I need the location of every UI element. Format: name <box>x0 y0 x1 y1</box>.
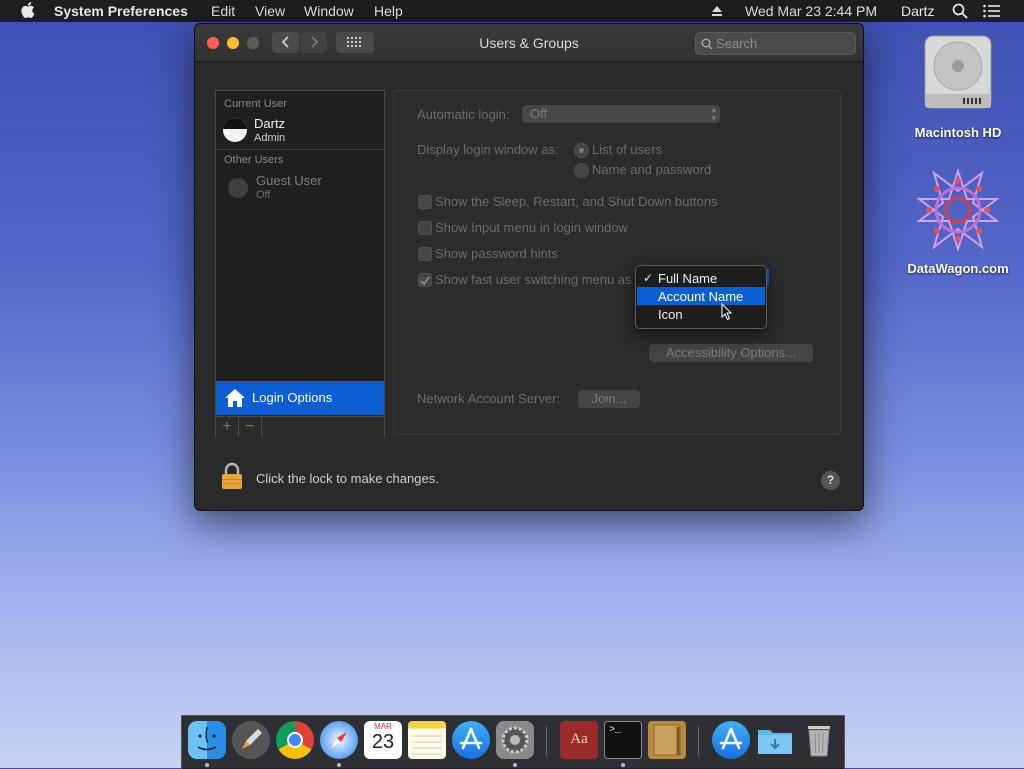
chrome-icon[interactable] <box>276 721 314 759</box>
checkmark-icon: ✓ <box>643 271 654 285</box>
login-options-label: Login Options <box>252 390 333 405</box>
mouse-pointer-icon <box>721 303 733 321</box>
dock-separator <box>698 726 699 756</box>
join-button[interactable]: Join... <box>578 390 640 408</box>
dictionary-label: Aa <box>570 731 588 747</box>
menu-item-icon[interactable]: Icon <box>637 305 765 323</box>
trash-icon[interactable] <box>800 721 838 759</box>
accessibility-options-button[interactable]: Accessibility Options... <box>649 344 813 362</box>
avatar <box>223 118 247 142</box>
calendar-day: 23 <box>371 731 395 753</box>
system-preferences-icon[interactable] <box>496 721 534 759</box>
dock-separator <box>546 726 547 756</box>
remove-user-button[interactable]: − <box>239 417 262 437</box>
network-account-label: Network Account Server: <box>417 391 561 406</box>
menu-help[interactable]: Help <box>374 3 403 19</box>
script-editor-icon[interactable] <box>648 721 686 759</box>
checkbox-hints-label: Show password hints <box>435 246 558 261</box>
auto-login-value: Off <box>530 106 548 121</box>
auto-login-popup[interactable]: Off ▴ ▾ <box>522 105 720 123</box>
running-indicator <box>337 763 341 767</box>
home-icon <box>225 389 245 407</box>
menu-item-full-name[interactable]: ✓ Full Name <box>637 269 765 287</box>
running-indicator <box>205 763 209 767</box>
notification-center-icon[interactable] <box>983 4 1000 21</box>
folder-icon[interactable] <box>756 721 794 759</box>
list-item-current-user[interactable]: Dartz Admin <box>216 113 384 150</box>
checkbox-input-menu[interactable] <box>418 221 432 235</box>
login-options-item[interactable]: Login Options <box>216 381 384 415</box>
user-role: Admin <box>254 132 286 144</box>
menu-item-account-name[interactable]: Account Name <box>637 287 765 305</box>
list-item-guest-user[interactable]: Guest User Off <box>216 173 384 209</box>
radio-list-label: List of users <box>592 142 663 157</box>
finder-icon[interactable] <box>188 721 226 759</box>
menu-item-label: Full Name <box>658 271 718 286</box>
menubar-clock[interactable]: Wed Mar 23 2:44 PM <box>745 3 877 19</box>
menu-window[interactable]: Window <box>304 3 354 19</box>
checkbox-fast-user-switching[interactable] <box>418 273 432 287</box>
auto-login-label: Automatic login: <box>417 107 510 122</box>
mandala-icon <box>917 169 999 251</box>
menu-item-label: Icon <box>658 307 683 322</box>
current-user-header: Current User <box>224 98 287 110</box>
dictionary-icon[interactable]: Aa <box>560 721 598 759</box>
radio-name-password[interactable] <box>574 163 589 178</box>
launchpad-icon[interactable] <box>232 721 270 759</box>
login-options-panel: Automatic login: Off ▴ ▾ Display login wi… <box>393 90 841 435</box>
user-name: Dartz <box>254 116 286 131</box>
display-login-label: Display login window as: <box>417 142 559 157</box>
desktop-icon-label: Macintosh HD <box>914 125 1002 140</box>
checkbox-fast-label: Show fast user switching menu as <box>435 272 632 287</box>
popup-arrows-icon: ▴ ▾ <box>711 104 716 123</box>
desktop-icon-macintosh-hd[interactable]: Macintosh HD <box>893 30 1023 145</box>
running-indicator <box>513 763 517 767</box>
checkbox-input-label: Show Input menu in login window <box>435 220 628 235</box>
checkmark-icon <box>420 276 430 286</box>
search-field[interactable] <box>695 32 856 55</box>
add-user-button[interactable]: + <box>216 417 239 437</box>
radio-name-label: Name and password <box>592 162 712 177</box>
lock-icon[interactable] <box>221 462 243 490</box>
eject-icon[interactable] <box>711 4 723 20</box>
checkbox-sleep-label: Show the Sleep, Restart, and Shut Down b… <box>435 194 718 209</box>
spotlight-search-icon[interactable] <box>952 3 968 22</box>
guest-status: Off <box>256 189 271 201</box>
menu-bar: System Preferences Edit View Window Help… <box>0 0 1024 22</box>
guest-avatar-icon <box>228 178 248 198</box>
help-button[interactable]: ? <box>821 471 840 490</box>
terminal-prompt: >_ <box>609 725 622 736</box>
guest-name: Guest User <box>256 173 322 188</box>
running-indicator <box>621 763 625 767</box>
radio-list-of-users[interactable] <box>574 143 589 158</box>
desktop-icon-label: DataWagon.com <box>907 261 1009 276</box>
desktop-icon-datawagon[interactable]: DataWagon.com <box>893 165 1023 280</box>
calendar-icon[interactable]: MAR 23 <box>364 721 402 759</box>
terminal-icon[interactable]: >_ <box>604 721 642 759</box>
user-list: Current User Dartz Admin Other Users Gue… <box>215 90 385 437</box>
dock: MAR 23 Aa >_ <box>181 715 845 769</box>
safari-icon[interactable] <box>320 721 358 759</box>
app-store-downloads-icon[interactable] <box>712 721 750 759</box>
menu-item-label: Account Name <box>658 289 744 304</box>
checkbox-password-hints[interactable] <box>418 247 432 261</box>
apple-menu-icon[interactable] <box>20 1 35 22</box>
menu-edit[interactable]: Edit <box>211 3 235 19</box>
checkbox-sleep-buttons[interactable] <box>418 195 432 209</box>
app-store-icon[interactable] <box>452 721 490 759</box>
calendar-month: MAR <box>374 722 392 731</box>
other-users-header: Other Users <box>224 154 284 166</box>
hard-drive-icon <box>924 35 992 109</box>
app-menu[interactable]: System Preferences <box>54 3 188 19</box>
menu-view[interactable]: View <box>255 3 285 19</box>
search-input[interactable] <box>716 33 851 54</box>
fast-switch-menu: ✓ Full Name Account Name Icon <box>635 265 767 329</box>
title-bar[interactable]: Users & Groups <box>195 24 863 62</box>
lock-message[interactable]: Click the lock to make changes. <box>256 471 439 486</box>
menubar-user[interactable]: Dartz <box>901 3 934 19</box>
notes-icon[interactable] <box>408 721 446 759</box>
search-icon <box>701 38 713 50</box>
list-controls: + − <box>216 416 384 437</box>
